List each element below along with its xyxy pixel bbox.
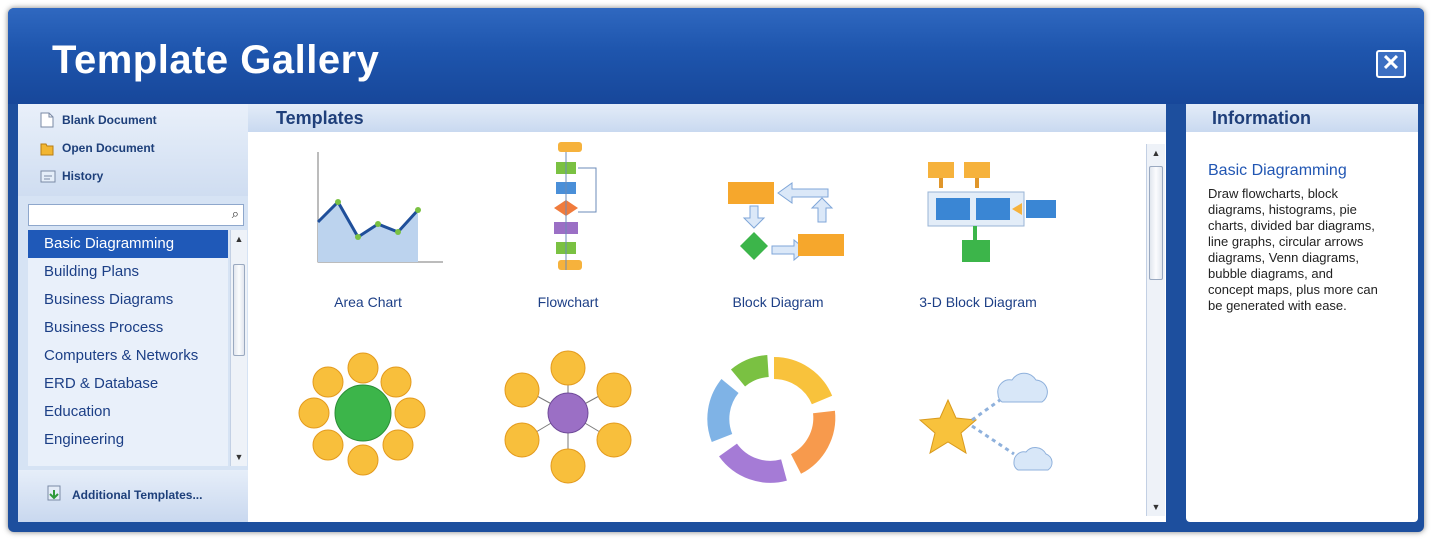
- green-hub-diagram-icon: [298, 352, 426, 476]
- category-item-business-process[interactable]: Business Process: [28, 314, 228, 342]
- template-label: Flowchart: [537, 294, 599, 310]
- title-bar: Template Gallery ✕: [8, 8, 1424, 104]
- information-body: Draw flowcharts, block diagrams, histogr…: [1208, 186, 1378, 313]
- open-document-button[interactable]: Open Document: [40, 138, 155, 158]
- quick-actions: Blank Document Open Document History: [18, 104, 248, 196]
- template-gallery-window: Template Gallery ✕ Blank Document Open D…: [8, 8, 1424, 532]
- template-label: Block Diagram: [732, 294, 824, 310]
- star-cloud-icon: [918, 372, 1053, 471]
- templates-scroll-thumb[interactable]: [1149, 166, 1163, 280]
- template-block-diagram[interactable]: Block Diagram: [688, 142, 868, 312]
- category-list: Basic Diagramming Building Plans Busines…: [28, 230, 228, 466]
- search-input[interactable]: ⌕: [28, 204, 244, 226]
- category-scrollbar[interactable]: ▲ ▼: [230, 230, 247, 466]
- history-button[interactable]: History: [40, 166, 103, 186]
- circular-arrows-icon: [707, 355, 836, 483]
- open-folder-icon: [40, 140, 54, 156]
- template-grid: Area Chart Flowchart Block Diagram 3-D B…: [248, 132, 1138, 522]
- category-item-education[interactable]: Education: [28, 398, 228, 426]
- history-icon: [40, 168, 56, 184]
- block-diagram-icon: [728, 182, 844, 262]
- templates-header: Templates: [248, 104, 1166, 132]
- window-title: Template Gallery: [52, 38, 380, 82]
- template-star-cloud[interactable]: [888, 350, 1068, 510]
- template-3d-block-diagram[interactable]: 3-D Block Diagram: [888, 142, 1068, 312]
- category-scroll-thumb[interactable]: [233, 264, 245, 356]
- left-panel: Blank Document Open Document History ⌕ B…: [18, 104, 248, 522]
- category-item-business-diagrams[interactable]: Business Diagrams: [28, 286, 228, 314]
- blank-document-button[interactable]: Blank Document: [40, 110, 157, 130]
- additional-templates-button[interactable]: Additional Templates...: [18, 470, 248, 522]
- category-item-basic-diagramming[interactable]: Basic Diagramming: [28, 230, 228, 258]
- templates-heading: Templates: [276, 108, 364, 128]
- information-header: Information: [1186, 104, 1418, 132]
- scroll-up-arrow-icon[interactable]: ▲: [231, 234, 247, 244]
- template-label: Area Chart: [334, 294, 402, 310]
- 3d-block-diagram-icon: [927, 162, 1056, 262]
- category-item-computers-networks[interactable]: Computers & Networks: [28, 342, 228, 370]
- scroll-down-arrow-icon[interactable]: ▼: [1147, 502, 1165, 512]
- templates-panel: Templates Area Chart Flowchart Block Dia…: [248, 104, 1166, 522]
- blank-document-label: Blank Document: [62, 113, 157, 127]
- area-chart-icon: [316, 152, 443, 263]
- history-label: History: [62, 169, 104, 183]
- scroll-down-arrow-icon[interactable]: ▼: [231, 452, 247, 462]
- additional-templates-label: Additional Templates...: [72, 488, 203, 502]
- template-label: 3-D Block Diagram: [919, 294, 1037, 310]
- templates-scrollbar[interactable]: ▲ ▼: [1146, 144, 1165, 516]
- template-area-chart[interactable]: Area Chart: [278, 142, 458, 312]
- template-purple-hub[interactable]: [478, 350, 658, 510]
- blank-document-icon: [40, 112, 54, 128]
- search-icon[interactable]: ⌕: [232, 206, 239, 222]
- template-green-hub[interactable]: [278, 350, 458, 510]
- open-document-label: Open Document: [62, 141, 155, 155]
- information-panel: Information Basic Diagramming Draw flowc…: [1186, 104, 1418, 522]
- information-heading: Information: [1212, 108, 1311, 128]
- template-circular-arrows[interactable]: [688, 350, 868, 510]
- information-title: Basic Diagramming: [1208, 162, 1347, 179]
- template-flowchart[interactable]: Flowchart: [478, 142, 658, 312]
- download-icon: [47, 485, 61, 501]
- close-button[interactable]: ✕: [1376, 50, 1406, 78]
- category-item-engineering[interactable]: Engineering: [28, 426, 228, 454]
- flowchart-icon: [554, 142, 597, 270]
- purple-hub-diagram-icon: [504, 350, 632, 484]
- category-item-erd-database[interactable]: ERD & Database: [28, 370, 228, 398]
- category-item-building-plans[interactable]: Building Plans: [28, 258, 228, 286]
- scroll-up-arrow-icon[interactable]: ▲: [1147, 148, 1165, 158]
